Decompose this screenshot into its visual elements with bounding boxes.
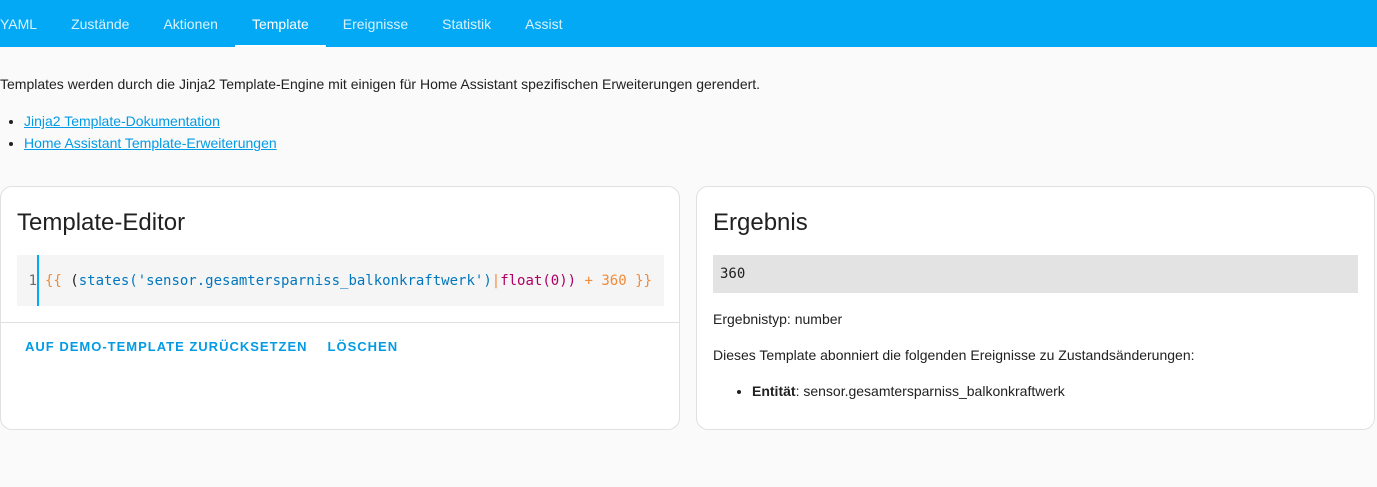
entity-list: Entität: sensor.gesamtersparniss_balkonk… — [752, 383, 1065, 399]
result-value: 360 — [713, 255, 1358, 293]
ha-template-extensions-link[interactable]: Home Assistant Template-Erweiterungen — [24, 135, 277, 151]
list-item: Entität: sensor.gesamtersparniss_balkonk… — [752, 383, 1065, 399]
code-editor[interactable]: 1 {{ (states('sensor.gesamtersparniss_ba… — [17, 255, 664, 306]
list-item: Jinja2 Template-Dokumentation — [24, 110, 277, 132]
tab-statistics[interactable]: Statistik — [425, 0, 508, 47]
tab-assist[interactable]: Assist — [508, 0, 579, 47]
code-token: ( — [61, 272, 79, 289]
template-editor-card: Template-Editor 1 {{ (states('sensor.ges… — [0, 186, 680, 430]
result-description: Dieses Template abonniert die folgenden … — [713, 347, 1195, 363]
doc-links-list: Jinja2 Template-Dokumentation Home Assis… — [24, 110, 277, 154]
code-token: states( — [78, 272, 138, 289]
card-divider — [1, 322, 679, 323]
line-number: 1 — [17, 255, 39, 306]
code-token: }} — [626, 272, 652, 289]
result-title: Ergebnis — [713, 209, 808, 236]
tab-actions[interactable]: Aktionen — [146, 0, 234, 47]
jinja2-docs-link[interactable]: Jinja2 Template-Dokumentation — [24, 113, 220, 129]
code-token: )) — [559, 272, 577, 289]
intro-text: Templates werden durch die Jinja2 Templa… — [0, 76, 761, 92]
entity-label: Entität — [752, 383, 796, 399]
tab-template[interactable]: Template — [234, 0, 326, 47]
code-token: ) — [483, 272, 492, 289]
editor-title: Template-Editor — [17, 209, 186, 236]
editor-actions: AUF DEMO-TEMPLATE ZURÜCKSETZEN LÖSCHEN — [17, 337, 406, 355]
code-token: + — [576, 272, 602, 289]
code-token: 0 — [550, 272, 560, 289]
code-token: {{ — [45, 272, 62, 289]
code-line[interactable]: {{ (states('sensor.gesamtersparniss_balk… — [39, 273, 652, 289]
code-token: | — [491, 272, 501, 289]
code-token: 360 — [601, 272, 627, 289]
code-token: float( — [500, 272, 551, 289]
entity-value: : sensor.gesamtersparniss_balkonkraftwer… — [795, 383, 1065, 399]
result-type: Ergebnistyp: number — [713, 311, 843, 327]
top-tab-bar: YAML Zustände Aktionen Template Ereignis… — [0, 0, 1377, 47]
result-card: Ergebnis 360 Ergebnistyp: number Dieses … — [696, 186, 1375, 430]
tab-events[interactable]: Ereignisse — [326, 0, 425, 47]
code-token: 'sensor.gesamtersparniss_balkonkraftwerk… — [137, 272, 484, 289]
clear-button[interactable]: LÖSCHEN — [320, 337, 407, 355]
tab-yaml[interactable]: YAML — [0, 0, 54, 47]
tab-states[interactable]: Zustände — [54, 0, 146, 47]
reset-demo-template-button[interactable]: AUF DEMO-TEMPLATE ZURÜCKSETZEN — [17, 337, 316, 355]
list-item: Home Assistant Template-Erweiterungen — [24, 132, 277, 154]
